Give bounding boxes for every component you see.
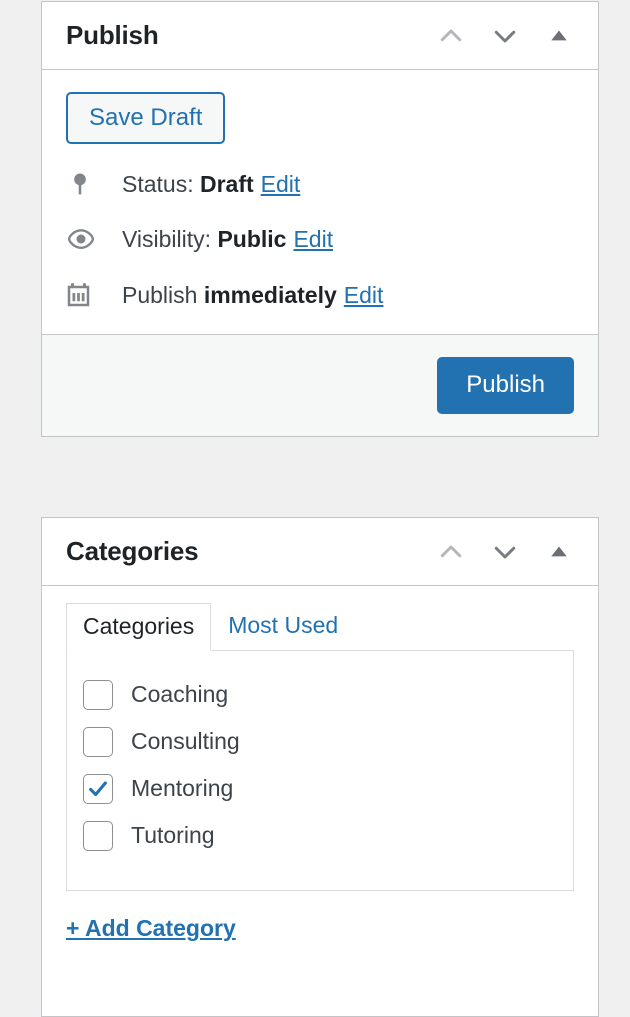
post-visibility-text: Visibility: Public Edit — [122, 226, 333, 253]
categories-tablist: Categories Most Used — [66, 604, 574, 651]
checkbox-coaching[interactable] — [83, 680, 113, 710]
publish-panel: Publish Save Draft Status: — [41, 1, 599, 437]
pin-icon — [66, 170, 110, 198]
publish-panel-footer: Publish — [42, 334, 598, 435]
chevron-up-icon[interactable] — [434, 535, 468, 569]
list-item[interactable]: Coaching — [83, 671, 557, 718]
publish-button[interactable]: Publish — [437, 357, 574, 413]
tab-most-used[interactable]: Most Used — [211, 602, 355, 650]
chevron-down-icon[interactable] — [488, 19, 522, 53]
edit-status-link[interactable]: Edit — [261, 171, 301, 197]
categories-panel-body: Categories Most Used Coaching Consulting… — [42, 586, 598, 942]
save-draft-button[interactable]: Save Draft — [66, 92, 225, 144]
check-icon — [87, 778, 109, 800]
post-status-row: Status: Draft Edit — [66, 170, 574, 198]
checkbox-consulting[interactable] — [83, 727, 113, 757]
post-schedule-value: immediately — [204, 282, 337, 308]
publish-panel-header: Publish — [42, 2, 598, 70]
toggle-panel-triangle-icon[interactable] — [542, 19, 576, 53]
checkbox-tutoring[interactable] — [83, 821, 113, 851]
publish-panel-body: Save Draft Status: DraftEdit V — [42, 70, 598, 334]
categories-panel-header-actions — [434, 535, 576, 569]
eye-icon — [66, 224, 110, 254]
post-status-text: Status: Draft Edit — [122, 171, 300, 198]
add-category-link[interactable]: + Add Category — [66, 915, 236, 942]
tab-categories[interactable]: Categories — [66, 603, 211, 651]
edit-schedule-link[interactable]: Edit — [344, 282, 384, 308]
post-schedule-text: Publish immediately Edit — [122, 282, 383, 309]
categories-panel: Categories Categories Most Used Coaching — [41, 517, 599, 1017]
category-checklist: Coaching Consulting Mentoring Tutoring — [66, 651, 574, 891]
categories-title: Categories — [66, 536, 198, 567]
chevron-down-icon[interactable] — [488, 535, 522, 569]
post-visibility-value: Public — [217, 226, 286, 252]
post-visibility-row: Visibility: Public Edit — [66, 224, 574, 254]
category-label[interactable]: Tutoring — [131, 822, 215, 849]
publish-panel-header-actions — [434, 19, 576, 53]
list-item[interactable]: Tutoring — [83, 812, 557, 859]
post-status-prefix: Status: — [122, 171, 194, 197]
chevron-up-icon[interactable] — [434, 19, 468, 53]
edit-visibility-link[interactable]: Edit — [293, 226, 333, 252]
post-schedule-row: Publish immediately Edit — [66, 280, 574, 310]
post-status-value: Draft — [200, 171, 254, 197]
post-visibility-prefix: Visibility: — [122, 226, 211, 252]
list-item[interactable]: Mentoring — [83, 765, 557, 812]
category-label[interactable]: Mentoring — [131, 775, 233, 802]
calendar-icon — [66, 280, 110, 310]
checkbox-mentoring[interactable] — [83, 774, 113, 804]
list-item[interactable]: Consulting — [83, 718, 557, 765]
page-title: Publish — [66, 20, 159, 51]
category-label[interactable]: Consulting — [131, 728, 240, 755]
categories-panel-header: Categories — [42, 518, 598, 586]
post-schedule-prefix: Publish — [122, 282, 197, 308]
toggle-panel-triangle-icon[interactable] — [542, 535, 576, 569]
category-label[interactable]: Coaching — [131, 681, 228, 708]
